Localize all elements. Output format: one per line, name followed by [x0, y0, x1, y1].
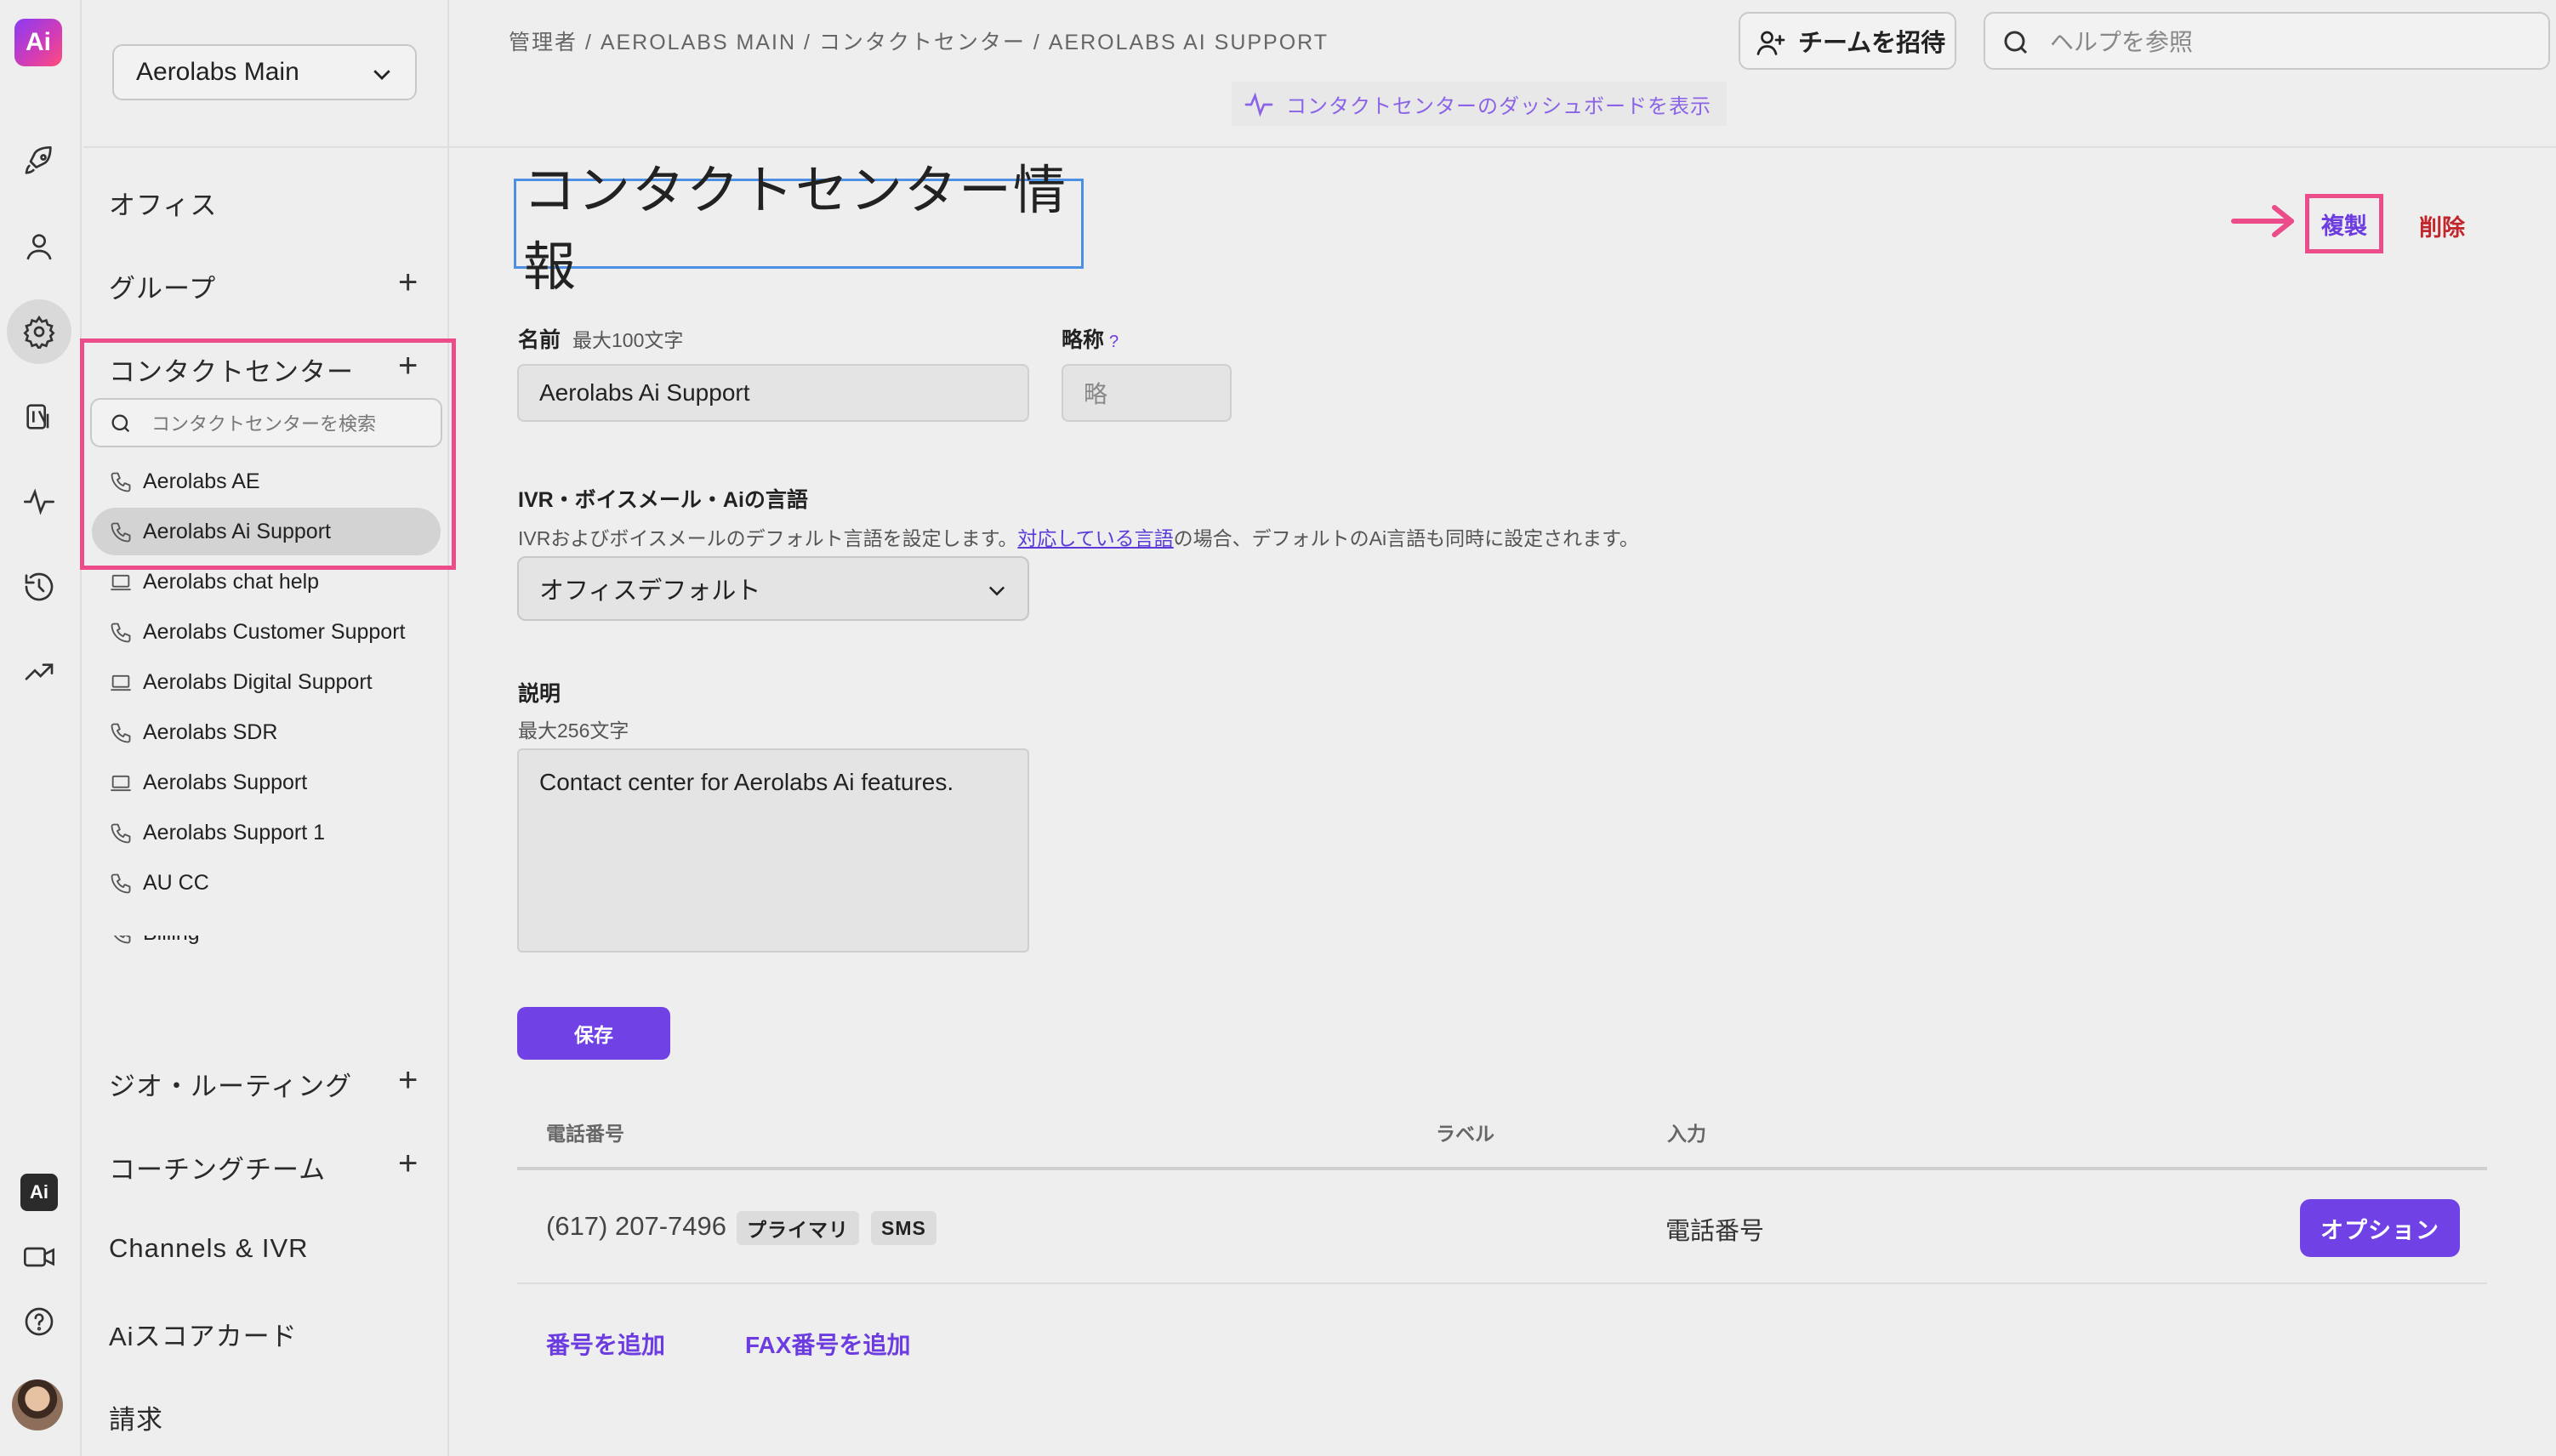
phone-number: (617) 207-7496	[546, 1211, 726, 1241]
arrow-annotation-icon	[2231, 205, 2294, 237]
agent-ai-icon[interactable]	[17, 395, 61, 439]
help-search-input[interactable]: ヘルプを参照	[1984, 12, 2550, 70]
sidebar-item-groups[interactable]: グループ	[109, 267, 216, 305]
contact-center-item[interactable]: AU CC	[92, 859, 441, 907]
sidebar-item-geo-routing[interactable]: ジオ・ルーティング	[109, 1065, 352, 1103]
add-user-icon	[1756, 31, 1785, 55]
dashboard-link[interactable]: コンタクトセンターのダッシュボードを表示	[1232, 82, 1727, 126]
add-group-plus-icon[interactable]: +	[398, 265, 418, 299]
name-label-text: 名前	[518, 328, 561, 352]
column-header-label: ラベル	[1436, 1123, 1494, 1145]
search-icon	[111, 414, 130, 433]
gear-icon[interactable]	[7, 299, 71, 364]
sidebar-item-channels[interactable]: Channels & IVR	[109, 1233, 309, 1264]
trending-up-icon[interactable]	[17, 650, 61, 694]
description-label: 説明	[518, 682, 561, 706]
abbr-label-text: 略称	[1062, 328, 1105, 352]
workspace-name: Aerolabs Main	[136, 58, 299, 86]
icon-rail: Ai Ai	[0, 0, 82, 1456]
contact-center-item[interactable]: Aerolabs Ai Support	[92, 508, 441, 555]
contact-center-search-placeholder: コンタクトセンターを検索	[151, 413, 377, 435]
user-icon[interactable]	[17, 225, 61, 269]
contact-center-item-label: Aerolabs Support	[143, 770, 308, 794]
delete-button[interactable]: 削除	[2419, 209, 2465, 242]
options-button[interactable]: オプション	[2300, 1199, 2460, 1257]
app-logo[interactable]: Ai	[14, 19, 62, 66]
contact-center-item[interactable]: Aerolabs chat help	[92, 558, 441, 606]
description-hint: 最大256文字	[518, 719, 629, 742]
column-header-input: 入力	[1667, 1123, 1706, 1145]
contact-center-item-label: Aerolabs Customer Support	[143, 619, 406, 644]
page-title: コンタクトセンター情報	[514, 162, 1084, 297]
chevron-down-icon	[988, 586, 1005, 596]
contact-center-item[interactable]: Aerolabs Customer Support	[92, 608, 441, 656]
breadcrumb[interactable]: 管理者 / AEROLABS MAIN / コンタクトセンター / AEROLA…	[509, 26, 1329, 56]
rocket-icon[interactable]	[17, 139, 61, 184]
workspace-select[interactable]: Aerolabs Main	[112, 44, 417, 100]
language-label: IVR・ボイスメール・Aiの言語	[518, 488, 808, 512]
name-field-label: 名前 最大100文字	[518, 323, 683, 354]
input-type: 電話番号	[1665, 1218, 1765, 1245]
contact-center-item-label: AU CC	[143, 870, 209, 895]
language-description: IVRおよびボイスメールのデフォルト言語を設定します。対応している言語の場合、デ…	[518, 522, 1639, 551]
contact-center-item[interactable]: Aerolabs AE	[92, 458, 441, 505]
abbr-field-label: 略称?	[1062, 323, 1119, 354]
sms-badge: SMS	[871, 1211, 936, 1245]
add-number-link[interactable]: 番号を追加	[546, 1327, 665, 1361]
chevron-down-icon	[373, 70, 390, 80]
description-textarea[interactable]: Contact center for Aerolabs Ai features.	[517, 748, 1029, 953]
sidebar-item-office[interactable]: オフィス	[109, 184, 217, 222]
supported-languages-link[interactable]: 対応している言語	[1017, 527, 1173, 549]
contact-center-item[interactable]: Aerolabs Digital Support	[92, 658, 441, 706]
search-icon	[2004, 31, 2028, 54]
contact-center-item[interactable]: Aerolabs Support	[92, 759, 441, 806]
divider	[83, 146, 449, 148]
add-fax-link[interactable]: FAX番号を追加	[745, 1327, 910, 1361]
abbr-field[interactable]: 略	[1062, 364, 1232, 422]
name-hint: 最大100文字	[572, 329, 684, 351]
contact-center-item-label: Aerolabs AE	[143, 469, 260, 493]
contact-center-item-label: Aerolabs Ai Support	[143, 519, 331, 543]
primary-badge: プライマリ	[737, 1211, 859, 1245]
contact-center-item[interactable]: Aerolabs SDR	[92, 708, 441, 756]
activity-icon	[1244, 92, 1273, 117]
language-select[interactable]: オフィスデフォルト	[517, 556, 1029, 621]
list-fade	[92, 924, 441, 936]
invite-team-label: チームを招待	[1798, 30, 1946, 57]
column-header-number: 電話番号	[546, 1123, 624, 1145]
contact-center-search-input[interactable]: コンタクトセンターを検索	[90, 398, 442, 447]
history-icon[interactable]	[17, 565, 61, 609]
contact-center-item-label: Aerolabs chat help	[143, 569, 320, 594]
abbr-help-icon[interactable]: ?	[1109, 333, 1119, 351]
language-description-post: の場合、デフォルトのAi言語も同時に設定されます。	[1173, 527, 1639, 549]
invite-team-button[interactable]: チームを招待	[1739, 12, 1956, 70]
contact-center-item-label: Aerolabs Support 1	[143, 820, 326, 845]
table-header-divider	[517, 1167, 2487, 1170]
help-icon[interactable]	[17, 1300, 61, 1344]
contact-center-item-label: Aerolabs Digital Support	[143, 669, 373, 694]
contact-center-item-label: Aerolabs SDR	[143, 719, 278, 744]
language-select-value: オフィスデフォルト	[539, 577, 761, 605]
sidebar-item-scorecard[interactable]: Aiスコアカード	[109, 1315, 298, 1353]
sidebar-item-billing[interactable]: 請求	[109, 1398, 163, 1436]
ai-assistant-icon[interactable]: Ai	[20, 1174, 58, 1211]
video-icon[interactable]	[17, 1235, 61, 1279]
activity-icon[interactable]	[17, 480, 61, 524]
contact-center-item[interactable]: Aerolabs Support 1	[92, 809, 441, 856]
save-button[interactable]: 保存	[517, 1007, 670, 1060]
add-coaching-plus-icon[interactable]: +	[398, 1146, 418, 1180]
sidebar-item-coaching[interactable]: コーチングチーム	[109, 1148, 326, 1186]
help-search-placeholder: ヘルプを参照	[2050, 29, 2194, 55]
add-geo-routing-plus-icon[interactable]: +	[398, 1063, 418, 1097]
duplicate-button[interactable]: 複製	[2305, 194, 2383, 253]
name-field[interactable]: Aerolabs Ai Support	[517, 364, 1029, 422]
table-row-divider	[517, 1283, 2487, 1284]
language-description-pre: IVRおよびボイスメールのデフォルト言語を設定します。	[518, 527, 1018, 549]
dashboard-link-label: コンタクトセンターのダッシュボードを表示	[1286, 94, 1711, 118]
avatar[interactable]	[12, 1379, 63, 1430]
